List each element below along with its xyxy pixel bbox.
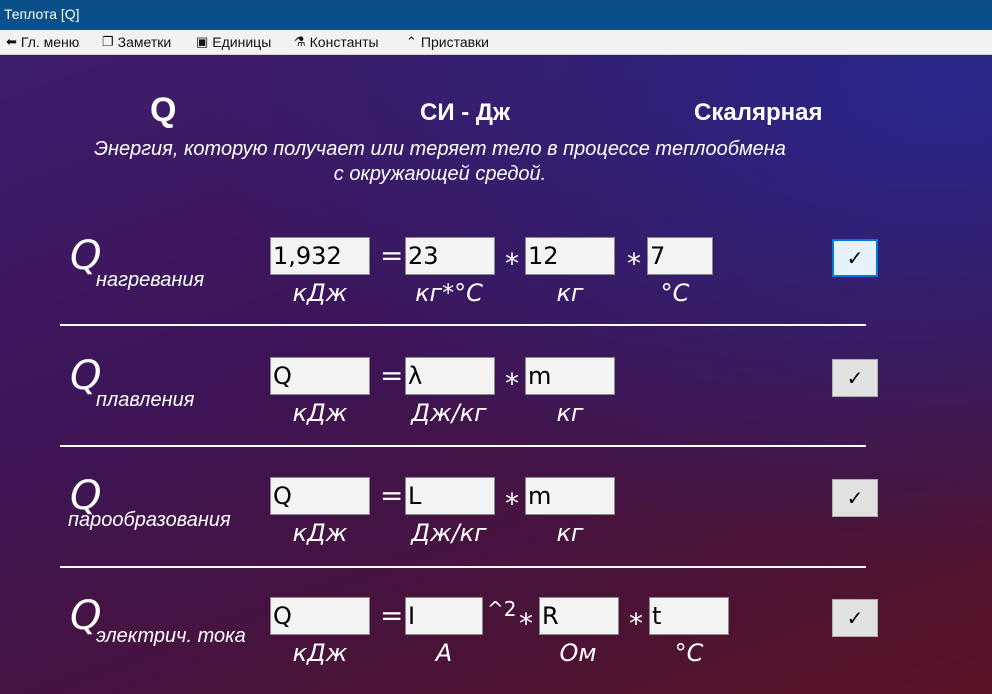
link-icon: ⚗ xyxy=(294,34,306,49)
menu-main-label: Гл. меню xyxy=(20,34,80,50)
window-title: Теплота [Q] xyxy=(4,6,80,22)
equals-sign: = xyxy=(380,359,404,392)
multiply-sign: * xyxy=(505,487,519,520)
vaporization-heat-unit: Дж/кг xyxy=(411,519,487,547)
equals-sign: = xyxy=(380,599,404,632)
electric-time-unit: °С xyxy=(674,639,704,667)
multiply-sign: * xyxy=(627,247,641,280)
vaporization-result-unit: кДж xyxy=(292,519,348,547)
si-units: СИ - Дж xyxy=(420,99,511,126)
arrow-back-icon: ⬅ xyxy=(6,34,17,49)
heating-result-unit: кДж xyxy=(292,279,348,307)
menu-prefixes-label: Приставки xyxy=(420,34,489,50)
menu-main[interactable]: ⬅ Гл. меню xyxy=(6,34,79,50)
electric-resistance-field[interactable]: R xyxy=(539,597,619,635)
melting-calc-button[interactable]: ✓ xyxy=(832,359,878,397)
heating-temp-unit: °С xyxy=(660,279,690,307)
heating-calc-button[interactable]: ✓ xyxy=(832,239,878,277)
check-icon: ✓ xyxy=(846,487,864,510)
check-icon: ✓ xyxy=(846,247,864,270)
vaporization-mass-unit: кг xyxy=(556,519,584,547)
vaporization-calc-button[interactable]: ✓ xyxy=(832,479,878,517)
multiply-sign: * xyxy=(505,367,519,400)
heating-temp-field[interactable]: 7 xyxy=(647,237,713,275)
heating-mass-unit: кг xyxy=(556,279,584,307)
vaporization-result-field[interactable]: Q xyxy=(270,477,370,515)
electric-resistance-unit: Ом xyxy=(559,639,597,667)
window-titlebar: Теплота [Q] xyxy=(0,0,992,30)
multiply-sign: * xyxy=(505,247,519,280)
main-content: Q СИ - Дж Скалярная Энергия, которую пол… xyxy=(0,55,992,694)
melting-mass-field[interactable]: m xyxy=(525,357,615,395)
description-line-1: Энергия, которую получает или теряет тел… xyxy=(94,138,786,160)
equals-sign: = xyxy=(380,479,404,512)
quantity-symbol: Q xyxy=(150,91,177,129)
vaporization-mass-field[interactable]: m xyxy=(525,477,615,515)
electric-result-field[interactable]: Q xyxy=(270,597,370,635)
vaporization-heat-field[interactable]: L xyxy=(405,477,495,515)
menu-units-label: Единицы xyxy=(212,34,272,50)
melting-result-field[interactable]: Q xyxy=(270,357,370,395)
divider xyxy=(60,324,866,326)
menu-units[interactable]: ▣ Единицы xyxy=(196,34,271,50)
quantity-type: Скалярная xyxy=(694,99,823,126)
caret-up-icon: ⌃ xyxy=(406,34,417,49)
check-icon: ✓ xyxy=(846,367,864,390)
divider xyxy=(60,566,866,568)
book-icon: ▣ xyxy=(196,34,209,49)
heating-capacity-unit: кг*°С xyxy=(415,279,483,307)
electric-calc-button[interactable]: ✓ xyxy=(832,599,878,637)
notes-icon: ❐ xyxy=(102,34,114,49)
menu-constants[interactable]: ⚗ Константы xyxy=(294,34,379,50)
quantity-description: Энергия, которую получает или теряет тел… xyxy=(60,137,820,187)
menu-notes[interactable]: ❐ Заметки xyxy=(102,34,171,50)
menu-constants-label: Константы xyxy=(309,34,379,50)
row-vaporization-subscript: парообразования xyxy=(68,509,231,531)
divider xyxy=(60,445,866,447)
electric-current-field[interactable]: I xyxy=(405,597,483,635)
heating-mass-field[interactable]: 12 xyxy=(525,237,615,275)
multiply-sign: * xyxy=(629,607,643,640)
melting-result-unit: кДж xyxy=(292,399,348,427)
menu-notes-label: Заметки xyxy=(117,34,172,50)
menu-bar: ⬅ Гл. меню ❐ Заметки ▣ Единицы ⚗ Констан… xyxy=(0,30,992,55)
equals-sign: = xyxy=(380,239,404,272)
row-melting-subscript: плавления xyxy=(96,389,195,411)
power-label: ^2 xyxy=(487,597,517,621)
electric-current-unit: А xyxy=(435,639,453,667)
melting-heat-unit: Дж/кг xyxy=(411,399,487,427)
electric-result-unit: кДж xyxy=(292,639,348,667)
multiply-sign: * xyxy=(519,607,533,640)
row-heating-subscript: нагревания xyxy=(96,269,205,291)
heating-result-field[interactable]: 1,932 xyxy=(270,237,370,275)
check-icon: ✓ xyxy=(846,607,864,630)
electric-time-field[interactable]: t xyxy=(649,597,729,635)
description-line-2: с окружающей средой. xyxy=(333,163,547,185)
row-electric-subscript: электрич. тока xyxy=(96,625,246,647)
melting-heat-field[interactable]: λ xyxy=(405,357,495,395)
heating-capacity-field[interactable]: 23 xyxy=(405,237,495,275)
menu-prefixes[interactable]: ⌃ Приставки xyxy=(406,34,489,50)
melting-mass-unit: кг xyxy=(556,399,584,427)
